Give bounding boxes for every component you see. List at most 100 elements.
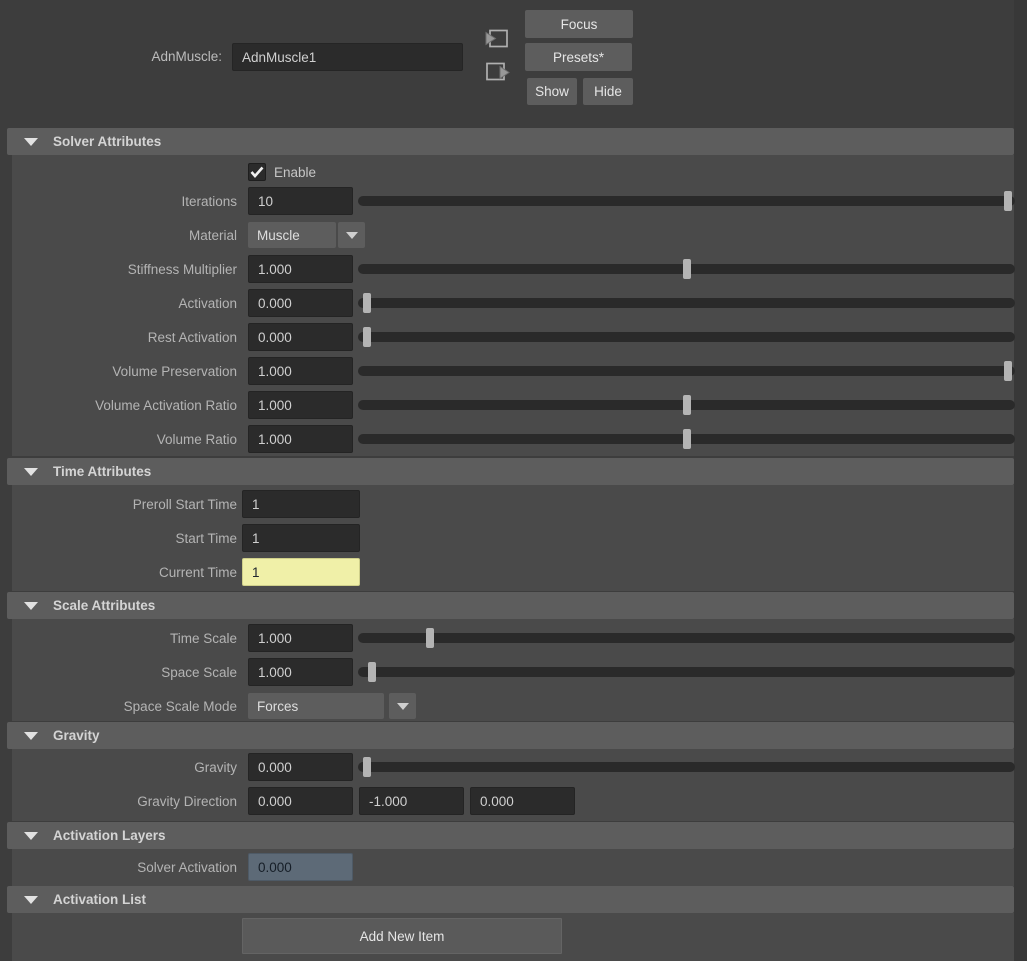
section-body-scale-attributes: Time Scale Space Scale Space Scale Mode … [12, 619, 1014, 721]
enable-checkbox[interactable] [248, 163, 266, 181]
start-time-label: Start Time [12, 531, 237, 546]
collapse-triangle-icon [24, 468, 38, 476]
preroll-start-time-label: Preroll Start Time [12, 497, 237, 512]
volume-activation-ratio-input[interactable] [248, 391, 353, 419]
space-scale-input[interactable] [248, 658, 353, 686]
section-title: Activation Layers [53, 828, 166, 843]
section-header-time-attributes[interactable]: Time Attributes [7, 458, 1014, 485]
space-scale-mode-dropdown-arrow-button[interactable] [389, 693, 416, 719]
material-dropdown-value: Muscle [257, 228, 300, 243]
space-scale-slider[interactable] [358, 658, 1015, 686]
gravity-row: Gravity [12, 750, 1014, 784]
section-title: Solver Attributes [53, 134, 161, 149]
section-header-scale-attributes[interactable]: Scale Attributes [7, 592, 1014, 619]
time-scale-slider[interactable] [358, 624, 1015, 652]
space-scale-mode-dropdown[interactable]: Forces [248, 693, 384, 719]
stiffness-multiplier-input[interactable] [248, 255, 353, 283]
copy-tab-icon[interactable] [483, 26, 511, 52]
iterations-slider[interactable] [358, 187, 1015, 215]
volume-preservation-slider[interactable] [358, 357, 1015, 385]
slider-track [358, 762, 1015, 772]
square-arrow-in-icon [483, 26, 511, 52]
rest-activation-label: Rest Activation [12, 330, 237, 345]
material-dropdown[interactable]: Muscle [248, 222, 336, 248]
collapse-triangle-icon [24, 602, 38, 610]
slider-handle[interactable] [368, 662, 376, 682]
rest-activation-input[interactable] [248, 323, 353, 351]
slider-track [358, 633, 1015, 643]
chevron-down-icon [346, 232, 358, 239]
volume-ratio-input[interactable] [248, 425, 353, 453]
node-type-label: AdnMuscle: [0, 43, 222, 71]
slider-handle[interactable] [683, 429, 691, 449]
hide-button[interactable]: Hide [583, 78, 633, 105]
presets-button[interactable]: Presets* [525, 43, 632, 71]
slider-track [358, 667, 1015, 677]
space-scale-row: Space Scale [12, 655, 1014, 689]
activation-row: Activation [12, 286, 1014, 320]
start-time-input[interactable] [242, 524, 360, 552]
stiffness-multiplier-slider[interactable] [358, 255, 1015, 283]
add-new-item-button[interactable]: Add New Item [242, 918, 562, 954]
section-header-gravity[interactable]: Gravity [7, 722, 1014, 749]
slider-handle[interactable] [426, 628, 434, 648]
slider-handle[interactable] [1004, 191, 1012, 211]
activation-slider[interactable] [358, 289, 1015, 317]
slider-handle[interactable] [363, 327, 371, 347]
gravity-direction-row: Gravity Direction [12, 784, 1014, 818]
section-title: Gravity [53, 728, 100, 743]
current-time-label: Current Time [12, 565, 237, 580]
section-header-activation-list[interactable]: Activation List [7, 886, 1014, 913]
space-scale-mode-row: Space Scale Mode Forces [12, 689, 1014, 723]
gravity-direction-label: Gravity Direction [12, 794, 237, 809]
volume-ratio-row: Volume Ratio [12, 422, 1014, 456]
slider-handle[interactable] [363, 293, 371, 313]
volume-preservation-input[interactable] [248, 357, 353, 385]
gravity-direction-y-input[interactable] [359, 787, 464, 815]
material-dropdown-arrow-button[interactable] [338, 222, 365, 248]
stiffness-multiplier-row: Stiffness Multiplier [12, 252, 1014, 286]
time-scale-row: Time Scale [12, 621, 1014, 655]
preroll-start-time-input[interactable] [242, 490, 360, 518]
material-label: Material [12, 228, 237, 243]
section-header-solver-attributes[interactable]: Solver Attributes [7, 128, 1014, 155]
slider-handle[interactable] [683, 259, 691, 279]
time-scale-input[interactable] [248, 624, 353, 652]
focus-button[interactable]: Focus [525, 10, 633, 38]
node-name-input[interactable] [232, 43, 463, 71]
show-button[interactable]: Show [527, 78, 577, 105]
volume-activation-ratio-label: Volume Activation Ratio [12, 398, 237, 413]
collapse-triangle-icon [24, 732, 38, 740]
slider-handle[interactable] [683, 395, 691, 415]
slider-handle[interactable] [1004, 361, 1012, 381]
rest-activation-slider[interactable] [358, 323, 1015, 351]
solver-activation-input[interactable] [248, 853, 353, 881]
volume-preservation-label: Volume Preservation [12, 364, 237, 379]
volume-activation-ratio-slider[interactable] [358, 391, 1015, 419]
slider-handle[interactable] [363, 757, 371, 777]
gravity-input[interactable] [248, 753, 353, 781]
collapse-triangle-icon [24, 896, 38, 904]
section-title: Scale Attributes [53, 598, 155, 613]
gravity-slider[interactable] [358, 753, 1015, 781]
gravity-direction-x-input[interactable] [248, 787, 353, 815]
iterations-input[interactable] [248, 187, 353, 215]
section-header-activation-layers[interactable]: Activation Layers [7, 822, 1014, 849]
section-body-gravity: Gravity Gravity Direction [12, 749, 1014, 821]
current-time-row: Current Time [12, 555, 1014, 589]
current-time-input[interactable] [242, 558, 360, 586]
activation-label: Activation [12, 296, 237, 311]
gravity-direction-z-input[interactable] [470, 787, 575, 815]
space-scale-label: Space Scale [12, 665, 237, 680]
activation-input[interactable] [248, 289, 353, 317]
preroll-start-time-row: Preroll Start Time [12, 487, 1014, 521]
enable-label: Enable [274, 165, 316, 180]
node-title-bar: AdnMuscle: Focus Presets* Show Hide [0, 0, 1014, 118]
iterations-label: Iterations [12, 194, 237, 209]
scrollbar-gutter [1014, 0, 1027, 961]
space-scale-mode-dropdown-value: Forces [257, 699, 298, 714]
breakout-tab-icon[interactable] [483, 59, 511, 85]
volume-ratio-label: Volume Ratio [12, 432, 237, 447]
slider-track [358, 366, 1015, 376]
volume-ratio-slider[interactable] [358, 425, 1015, 453]
